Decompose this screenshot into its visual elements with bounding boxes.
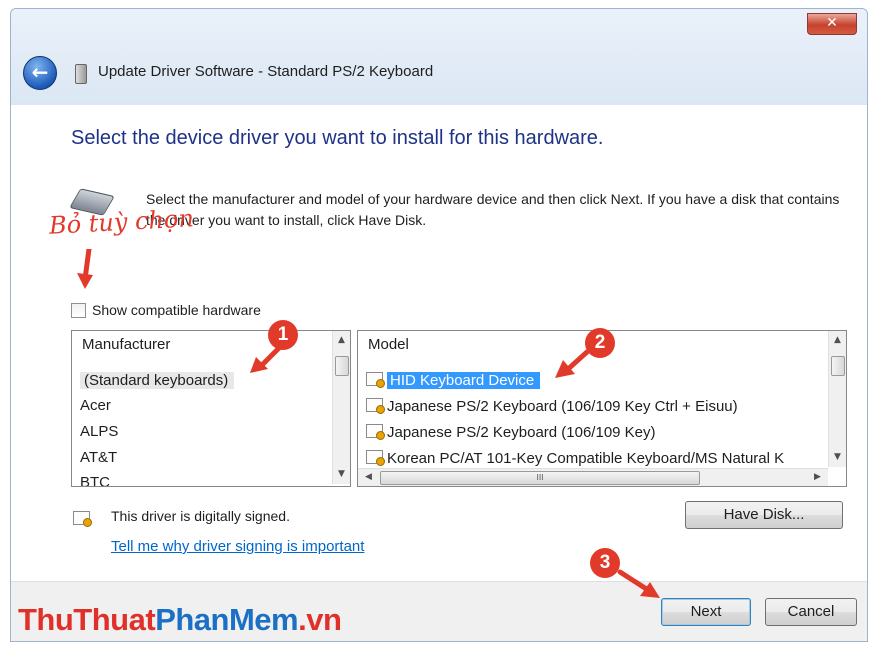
- manufacturer-header: Manufacturer: [82, 336, 171, 353]
- content-area: Select the device driver you want to ins…: [11, 105, 867, 581]
- certificate-icon: [366, 450, 385, 466]
- title-bar: ✕ ← Update Driver Software - Standard PS…: [11, 9, 867, 105]
- certificate-icon: [366, 398, 385, 414]
- manufacturer-item[interactable]: AT&T: [80, 446, 117, 470]
- scroll-left-icon[interactable]: ◀: [360, 469, 377, 486]
- scroll-up-icon[interactable]: ▲: [829, 332, 846, 349]
- description-text: Select the manufacturer and model of you…: [146, 191, 840, 228]
- scrollbar-thumb[interactable]: [335, 356, 349, 376]
- model-item[interactable]: Japanese PS/2 Keyboard (106/109 Key Ctrl…: [366, 395, 738, 419]
- model-vscrollbar[interactable]: ▲ ▼: [828, 331, 846, 467]
- watermark: ThuThuatPhanMem.vn: [18, 602, 342, 637]
- scroll-down-icon[interactable]: ▼: [829, 449, 846, 466]
- signed-text: This driver is digitally signed.: [111, 508, 290, 524]
- driver-signing-link[interactable]: Tell me why driver signing is important: [111, 538, 364, 555]
- annotation-badge-3: 3: [590, 548, 620, 578]
- model-item[interactable]: HID Keyboard Device: [366, 369, 541, 393]
- cancel-button[interactable]: Cancel: [765, 598, 857, 626]
- scroll-down-icon[interactable]: ▼: [333, 466, 350, 483]
- have-disk-button[interactable]: Have Disk...: [685, 501, 843, 529]
- manufacturer-listbox[interactable]: Manufacturer (Standard keyboards) Acer A…: [71, 330, 351, 487]
- model-hscrollbar[interactable]: ◀ III ▶: [358, 468, 828, 486]
- manufacturer-item[interactable]: Acer: [80, 394, 111, 418]
- device-icon: [75, 64, 87, 84]
- page-heading: Select the device driver you want to ins…: [71, 127, 604, 149]
- manufacturer-item[interactable]: BTC: [80, 471, 110, 486]
- annotation-uncheck-label: Bỏ tuỳ chọn: [48, 204, 195, 240]
- annotation-arrow-3-icon: [617, 569, 660, 598]
- certificate-icon: [366, 424, 385, 440]
- annotation-arrow-down-icon: [77, 249, 93, 289]
- show-compatible-row[interactable]: Show compatible hardware: [71, 302, 261, 318]
- annotation-arrow-1-icon: [250, 344, 283, 373]
- model-header: Model: [368, 336, 409, 353]
- certificate-icon: [366, 372, 385, 388]
- model-item[interactable]: Japanese PS/2 Keyboard (106/109 Key): [366, 421, 656, 445]
- window-title: Update Driver Software - Standard PS/2 K…: [98, 63, 434, 80]
- scroll-right-icon[interactable]: ▶: [809, 469, 826, 486]
- hscroll-thumb[interactable]: III: [380, 471, 700, 485]
- close-button[interactable]: ✕: [807, 13, 857, 35]
- certificate-icon: [73, 511, 92, 527]
- manufacturer-item[interactable]: ALPS: [80, 420, 118, 444]
- manufacturer-item[interactable]: (Standard keyboards): [80, 369, 235, 393]
- show-compatible-checkbox[interactable]: [71, 302, 86, 318]
- dialog-window: ✕ ← Update Driver Software - Standard PS…: [10, 8, 868, 642]
- show-compatible-label: Show compatible hardware: [92, 302, 261, 318]
- scroll-up-icon[interactable]: ▲: [333, 332, 350, 349]
- next-button[interactable]: Next: [661, 598, 751, 626]
- annotation-arrow-2-icon: [555, 349, 590, 378]
- scrollbar-thumb[interactable]: [831, 356, 845, 376]
- manufacturer-scrollbar[interactable]: ▲ ▼: [332, 331, 350, 484]
- back-arrow-button[interactable]: ←: [23, 56, 57, 90]
